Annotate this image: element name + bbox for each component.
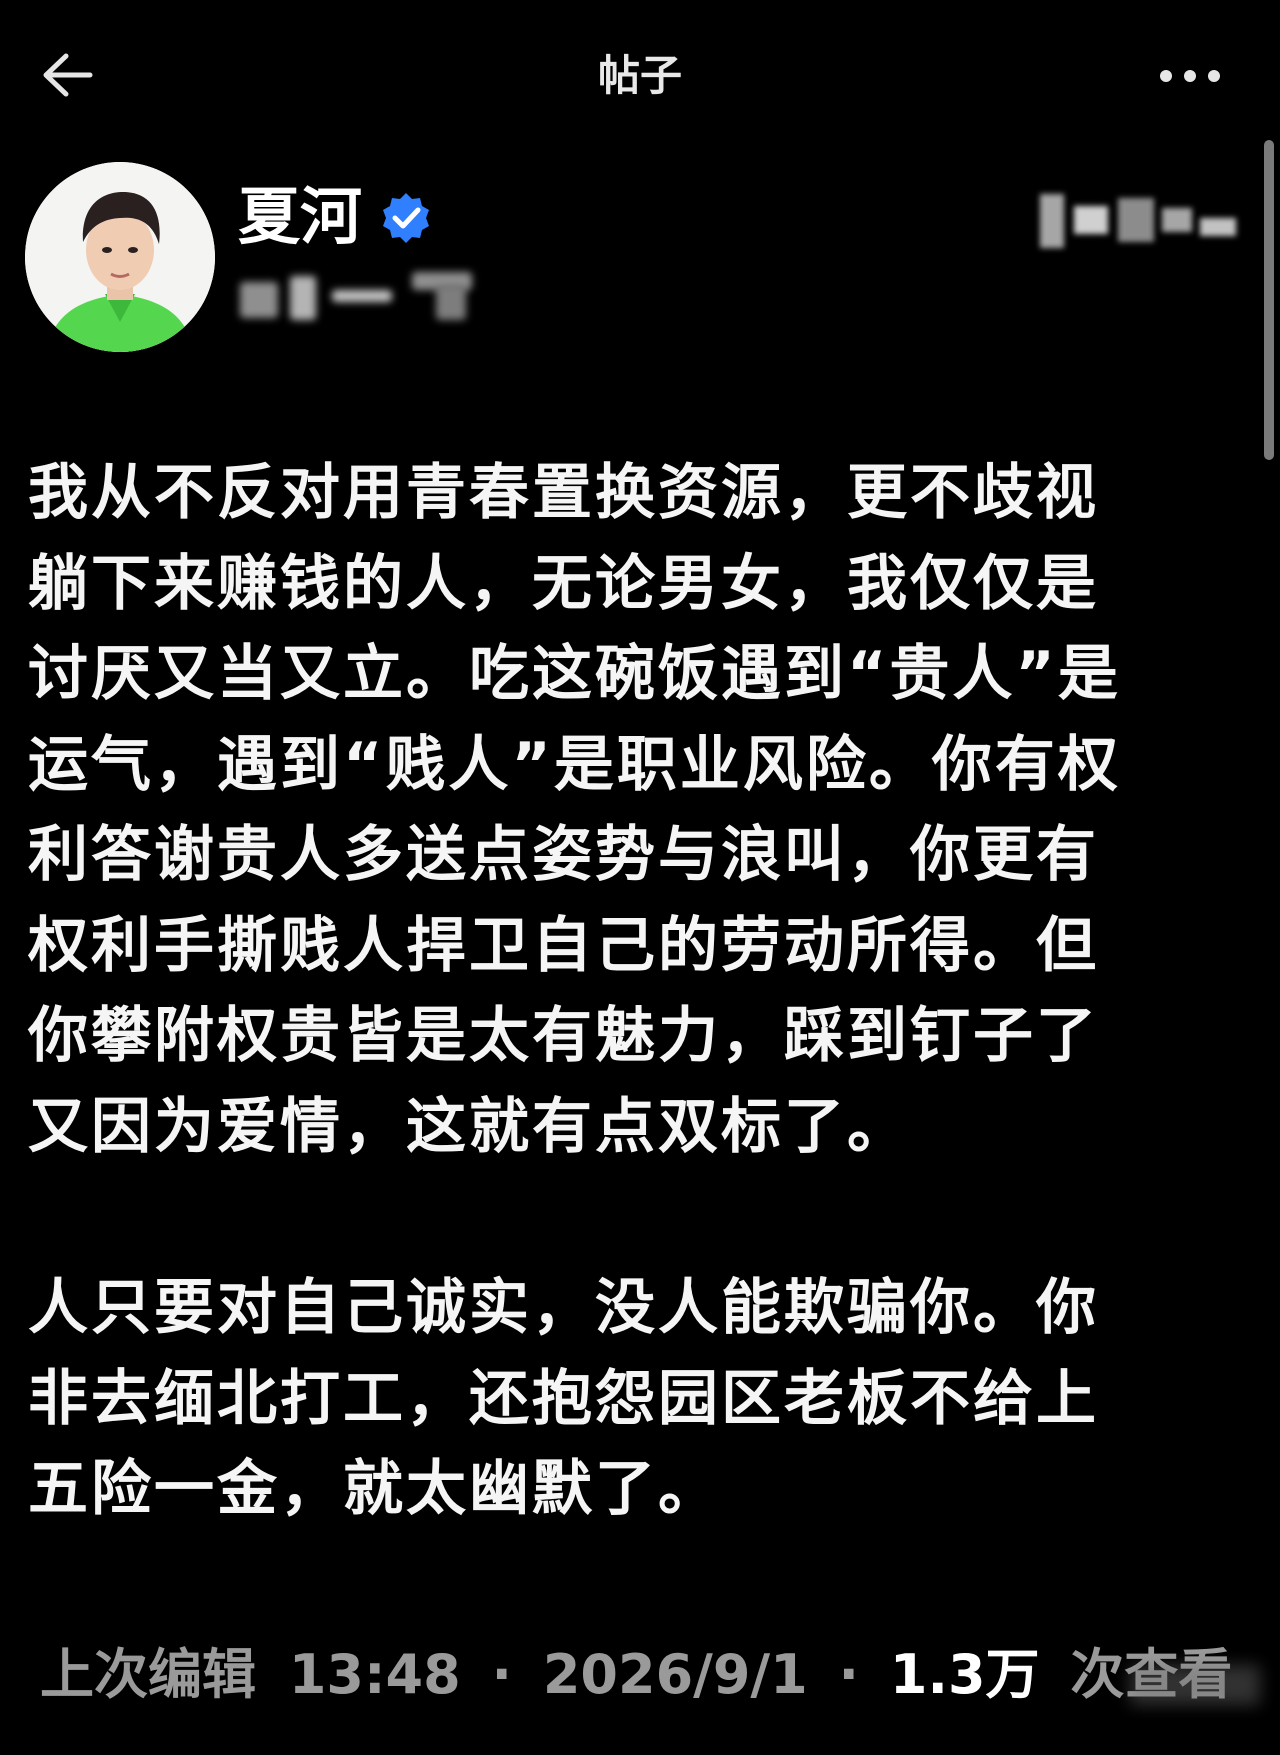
separator-dot: · (838, 1643, 860, 1706)
back-button[interactable] (40, 50, 100, 100)
avatar[interactable] (25, 162, 215, 352)
more-horizontal-icon (1160, 70, 1220, 82)
author-name[interactable]: 夏河 (238, 180, 362, 254)
verified-badge-icon (378, 190, 434, 246)
top-bar: 帖子 (0, 0, 1280, 150)
view-count[interactable]: 1.3万 (890, 1643, 1040, 1706)
separator-dot: · (491, 1643, 513, 1706)
arrow-left-icon (43, 53, 93, 97)
edit-time: 13:48 (288, 1643, 461, 1706)
author-row: 夏河 (0, 150, 1280, 360)
watermark-redacted (1130, 1665, 1260, 1705)
post-meta: 上次编辑 13:48 · 2026/9/1 · 1.3万 次查看 (40, 1640, 1232, 1710)
post-paragraph: 我从不反对用青春置换资源，更不歧视 躺下来赚钱的人，无论男女，我仅仅是 讨厌又当… (28, 458, 1121, 1162)
post-paragraph: 人只要对自己诚实，没人能欺骗你。你 非去缅北打工，还抱怨园区老板不给上 五险一金… (28, 1273, 1099, 1524)
avatar-photo (25, 162, 215, 352)
post-meta-redacted (1040, 184, 1240, 254)
more-button[interactable] (1155, 58, 1225, 94)
edited-label: 上次编辑 (40, 1643, 256, 1706)
author-handle-redacted (240, 262, 530, 332)
page-title: 帖子 (597, 51, 682, 100)
post-body: 我从不反对用青春置换资源，更不歧视 躺下来赚钱的人，无论男女，我仅仅是 讨厌又当… (28, 448, 1248, 1535)
post-date: 2026/9/1 (542, 1643, 808, 1706)
